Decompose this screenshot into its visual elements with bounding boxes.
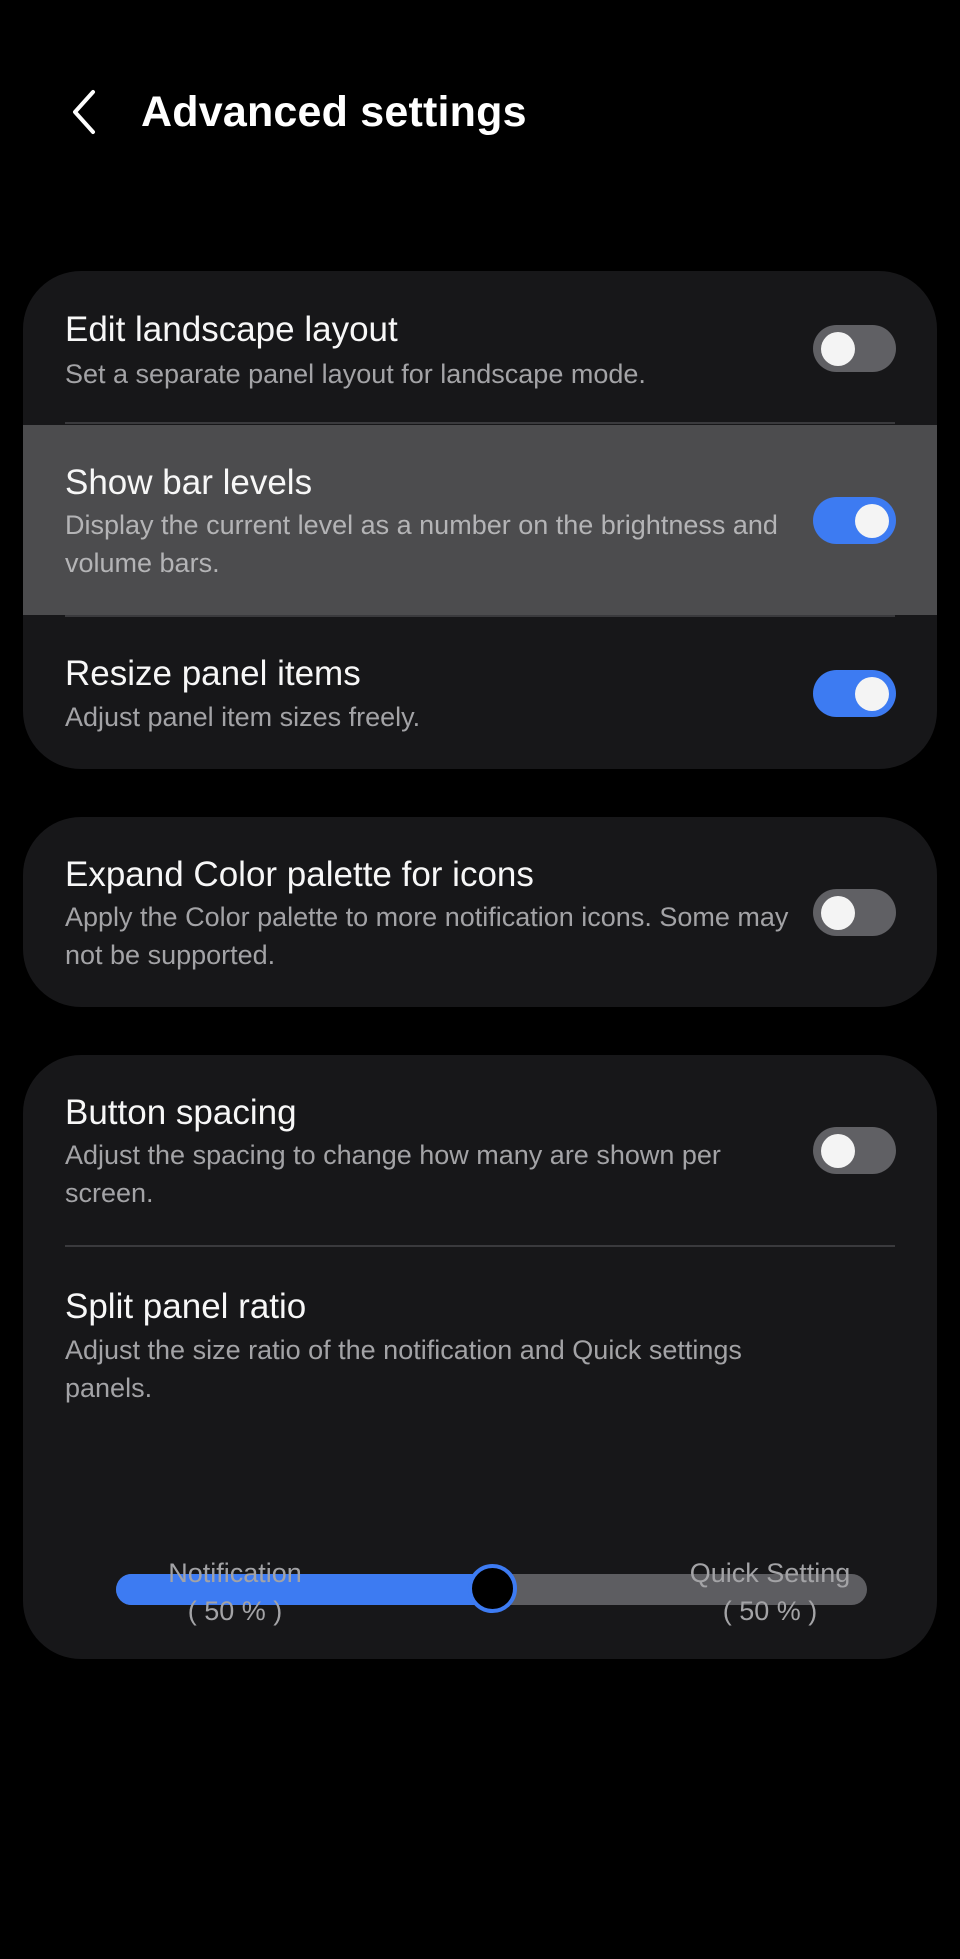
setting-split-panel-ratio: Split panel ratio Adjust the size ratio … [23,1247,937,1659]
setting-title: Resize panel items [65,654,361,693]
toggle-knob [821,896,855,930]
setting-title: Show bar levels [65,463,313,502]
expand-color-palette-toggle[interactable] [813,889,896,936]
notification-ratio-label: Notification ( 50 % ) [105,1554,365,1630]
toggle-knob [855,677,889,711]
show-bar-levels-toggle[interactable] [813,497,896,544]
settings-card-layout: Button spacing Adjust the spacing to cha… [23,1055,937,1659]
setting-description: Adjust the size ratio of the notificatio… [65,1335,742,1403]
notification-label: Notification [168,1558,302,1588]
resize-panel-items-toggle[interactable] [813,670,896,717]
notification-value: ( 50 % ) [187,1596,283,1626]
setting-description: Adjust panel item sizes freely. [65,702,421,732]
setting-title: Split panel ratio [65,1287,307,1326]
chevron-left-icon [73,90,95,134]
back-button[interactable] [56,84,112,140]
setting-title: Button spacing [65,1093,297,1132]
quick-setting-label: Quick Setting [689,1558,851,1588]
setting-show-bar-levels[interactable]: Show bar levels Display the current leve… [23,425,937,615]
edit-landscape-layout-toggle[interactable] [813,325,896,372]
toggle-knob [855,504,889,538]
button-spacing-toggle[interactable] [813,1127,896,1174]
setting-button-spacing[interactable]: Button spacing Adjust the spacing to cha… [23,1055,937,1245]
setting-title: Edit landscape layout [65,310,398,349]
settings-card-display: Edit landscape layout Set a separate pan… [23,271,937,769]
slider-thumb[interactable] [468,1564,517,1613]
quick-setting-ratio-label: Quick Setting ( 50 % ) [640,1554,900,1630]
divider [65,422,895,424]
quick-setting-value: ( 50 % ) [722,1596,818,1626]
setting-description: Set a separate panel layout for landscap… [65,359,646,389]
settings-card-icons: Expand Color palette for icons Apply the… [23,817,937,1007]
setting-expand-color-palette[interactable]: Expand Color palette for icons Apply the… [23,817,937,1007]
setting-description: Display the current level as a number on… [65,510,778,578]
setting-title: Expand Color palette for icons [65,855,534,894]
toggle-knob [821,332,855,366]
setting-edit-landscape-layout[interactable]: Edit landscape layout Set a separate pan… [23,271,937,423]
page-title: Advanced settings [141,88,527,136]
setting-resize-panel-items[interactable]: Resize panel items Adjust panel item siz… [23,617,937,769]
setting-description: Apply the Color palette to more notifica… [65,902,789,970]
setting-description: Adjust the spacing to change how many ar… [65,1140,721,1208]
header: Advanced settings [0,0,960,230]
toggle-knob [821,1134,855,1168]
